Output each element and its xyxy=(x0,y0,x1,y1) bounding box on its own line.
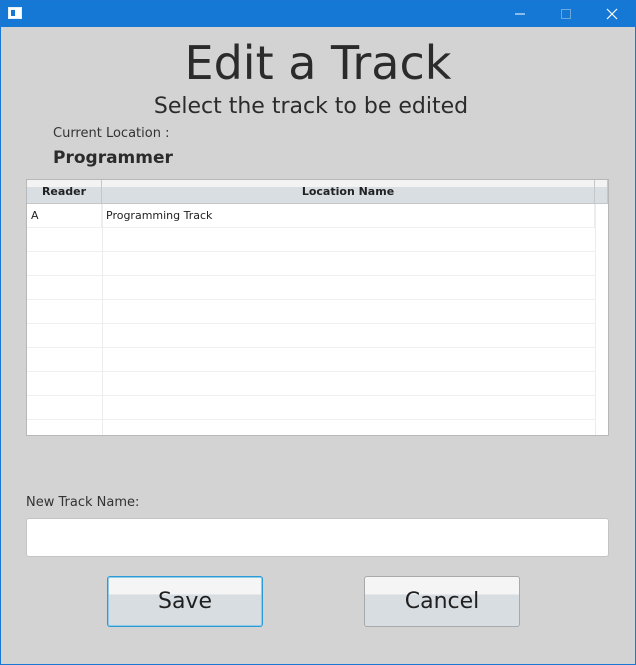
column-header-filler xyxy=(595,180,608,203)
table-row-empty xyxy=(27,348,595,372)
minimize-button[interactable] xyxy=(497,1,543,27)
table-row-empty xyxy=(27,228,595,252)
table-row-empty xyxy=(27,372,595,396)
new-track-name-input[interactable] xyxy=(26,518,609,557)
page-title: Edit a Track xyxy=(184,36,452,90)
current-location-value: Programmer xyxy=(53,148,173,168)
tracks-table[interactable]: Reader Location Name A Programming Track xyxy=(26,179,609,436)
page-subtitle: Select the track to be edited xyxy=(153,94,469,119)
table-row-empty xyxy=(27,276,595,300)
close-button[interactable] xyxy=(589,1,635,27)
table-row-empty xyxy=(27,252,595,276)
new-track-name-label: New Track Name: xyxy=(26,495,140,510)
table-row[interactable]: A Programming Track xyxy=(27,204,595,228)
table-row-empty xyxy=(27,420,595,435)
cell-location-name[interactable]: Programming Track xyxy=(102,204,595,227)
column-header-reader[interactable]: Reader xyxy=(27,180,102,203)
column-divider xyxy=(595,204,596,435)
cell-reader[interactable]: A xyxy=(27,204,102,227)
table-row-empty xyxy=(27,324,595,348)
cancel-button[interactable]: Cancel xyxy=(364,576,520,627)
table-row-empty xyxy=(27,300,595,324)
maximize-icon xyxy=(561,9,571,19)
maximize-button[interactable] xyxy=(543,1,589,27)
save-button[interactable]: Save xyxy=(107,576,263,627)
table-row-empty xyxy=(27,396,595,420)
edit-track-window: Edit a Track Select the track to be edit… xyxy=(0,0,636,665)
close-icon xyxy=(606,8,618,20)
app-window-icon xyxy=(8,7,22,19)
column-divider xyxy=(102,204,103,435)
current-location-label: Current Location : xyxy=(53,126,170,141)
table-header: Reader Location Name xyxy=(27,180,608,204)
minimize-icon xyxy=(515,13,525,15)
title-bar xyxy=(1,1,635,27)
column-header-location-name[interactable]: Location Name xyxy=(102,180,595,203)
